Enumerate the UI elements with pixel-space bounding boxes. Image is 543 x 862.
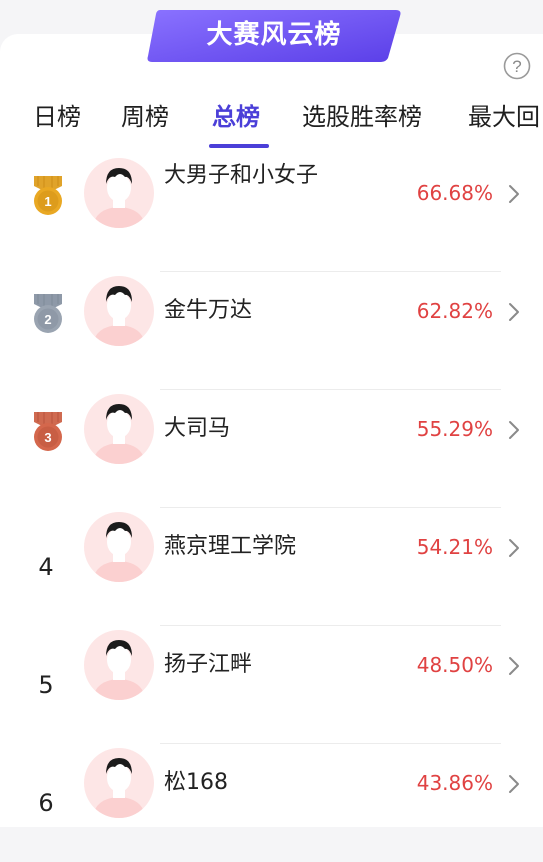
chevron-right-icon[interactable]: [507, 184, 521, 204]
win-rate-percent: 43.86%: [416, 771, 493, 795]
rank-number: 5: [38, 671, 54, 699]
help-button[interactable]: ?: [503, 52, 531, 80]
medal-rank-number: 3: [44, 430, 51, 445]
question-circle-icon: ?: [503, 52, 531, 80]
active-tab-indicator: [209, 144, 269, 148]
leaderboard-row[interactable]: 3 大司马 55.29%: [0, 390, 543, 508]
chevron-right-icon[interactable]: [507, 420, 521, 440]
avatar[interactable]: [84, 748, 154, 818]
help-glyph: ?: [512, 57, 521, 76]
tab-weekly[interactable]: 周榜: [121, 96, 169, 138]
win-rate-percent: 55.29%: [416, 417, 493, 441]
gold-medal-icon: 1: [34, 176, 62, 215]
avatar[interactable]: [84, 630, 154, 700]
title-banner: 大赛风云榜: [146, 8, 402, 64]
tab-daily[interactable]: 日榜: [33, 96, 81, 138]
rank-number: 4: [38, 553, 54, 581]
banner-title: 大赛风云榜: [206, 20, 342, 50]
leaderboard-row[interactable]: 6 松168 43.86%: [0, 744, 543, 862]
tab-max-drawdown[interactable]: 最大回: [468, 96, 540, 138]
leaderboard-row[interactable]: 2 金牛万达 62.82%: [0, 272, 543, 390]
chevron-right-icon[interactable]: [507, 302, 521, 322]
avatar[interactable]: [84, 512, 154, 582]
win-rate-percent: 54.21%: [416, 535, 493, 559]
bronze-medal-icon: 3: [34, 412, 62, 451]
win-rate-percent: 62.82%: [416, 299, 493, 323]
leaderboard-row[interactable]: 5 扬子江畔 48.50%: [0, 626, 543, 744]
rank-number: 6: [38, 789, 54, 817]
user-name[interactable]: 扬子江畔: [164, 648, 324, 682]
win-rate-percent: 66.68%: [416, 181, 493, 205]
avatar[interactable]: [84, 158, 154, 228]
chevron-right-icon[interactable]: [507, 656, 521, 676]
avatar[interactable]: [84, 276, 154, 346]
tab-overall[interactable]: 总榜: [212, 96, 260, 138]
tab-bar: 日榜 周榜 总榜 选股胜率榜 最大回: [0, 96, 543, 142]
tab-stock-win-rate[interactable]: 选股胜率榜: [302, 96, 422, 138]
user-name[interactable]: 燕京理工学院: [164, 530, 324, 564]
win-rate-percent: 48.50%: [416, 653, 493, 677]
user-name[interactable]: 大司马: [164, 412, 324, 446]
leaderboard-row[interactable]: 1 大男子和小女子 66.68%: [0, 154, 543, 272]
user-name[interactable]: 大男子和小女子: [164, 159, 324, 193]
user-name[interactable]: 金牛万达: [164, 294, 324, 328]
silver-medal-icon: 2: [34, 294, 62, 333]
avatar[interactable]: [84, 394, 154, 464]
medal-rank-number: 1: [44, 194, 51, 209]
chevron-right-icon[interactable]: [507, 774, 521, 794]
user-name[interactable]: 松168: [164, 766, 324, 800]
leaderboard-row[interactable]: 4 燕京理工学院 54.21%: [0, 508, 543, 626]
medal-rank-number: 2: [44, 312, 51, 327]
chevron-right-icon[interactable]: [507, 538, 521, 558]
